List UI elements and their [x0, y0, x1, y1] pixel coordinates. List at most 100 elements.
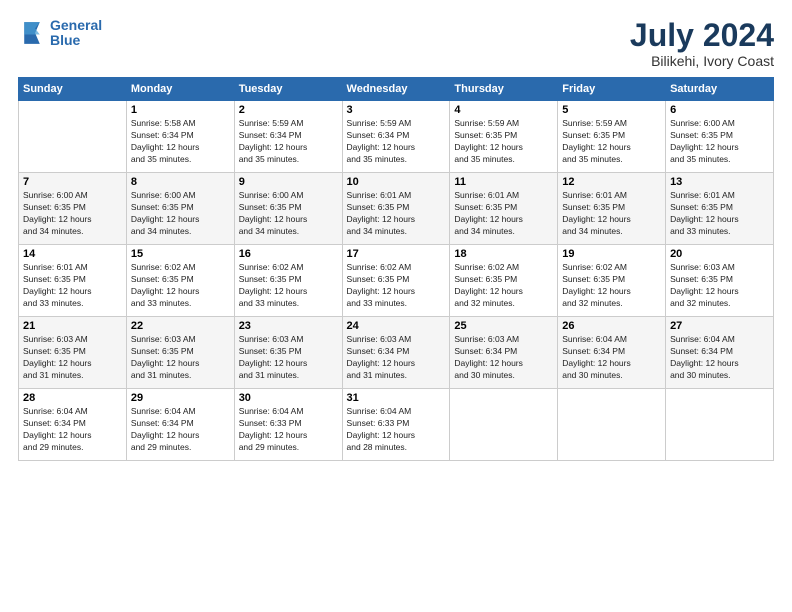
calendar-cell: 5Sunrise: 5:59 AM Sunset: 6:35 PM Daylig…	[558, 101, 666, 173]
day-info: Sunrise: 5:59 AM Sunset: 6:35 PM Dayligh…	[454, 118, 553, 166]
calendar-cell: 11 Sunrise: 6:01 AM Sunset: 6:35 PM Dayli…	[450, 173, 558, 245]
day-number: 31	[347, 392, 446, 404]
day-info: Sunrise: 6:03 AM Sunset: 6:35 PM Dayligh…	[239, 334, 338, 382]
calendar-cell: 28Sunrise: 6:04 AM Sunset: 6:34 PM Dayli…	[19, 389, 127, 461]
calendar-cell: 15 Sunrise: 6:02 AM Sunset: 6:35 PM Dayli…	[126, 245, 234, 317]
subtitle: Bilikehi, Ivory Coast	[630, 53, 774, 69]
week-row-1: 1Sunrise: 5:58 AM Sunset: 6:34 PM Daylig…	[19, 101, 774, 173]
day-number: 11	[454, 176, 553, 188]
day-number: 6	[670, 104, 769, 116]
day-number: 21	[23, 320, 122, 332]
calendar-cell: 31 Sunrise: 6:04 AM Sunset: 6:33 PM Dayli…	[342, 389, 450, 461]
calendar-cell: 7Sunrise: 6:00 AM Sunset: 6:35 PM Daylig…	[19, 173, 127, 245]
day-info: Sunrise: 6:04 AM Sunset: 6:34 PM Dayligh…	[23, 406, 122, 454]
day-number: 7	[23, 176, 122, 188]
week-row-4: 21 Sunrise: 6:03 AM Sunset: 6:35 PM Dayli…	[19, 317, 774, 389]
day-number: 4	[454, 104, 553, 116]
calendar-cell	[558, 389, 666, 461]
day-info: Sunrise: 6:01 AM Sunset: 6:35 PM Dayligh…	[347, 190, 446, 238]
day-info: Sunrise: 6:00 AM Sunset: 6:35 PM Dayligh…	[131, 190, 230, 238]
day-number: 2	[239, 104, 338, 116]
calendar-cell: 12 Sunrise: 6:01 AM Sunset: 6:35 PM Dayli…	[558, 173, 666, 245]
calendar-cell: 1Sunrise: 5:58 AM Sunset: 6:34 PM Daylig…	[126, 101, 234, 173]
week-row-5: 28Sunrise: 6:04 AM Sunset: 6:34 PM Dayli…	[19, 389, 774, 461]
calendar-cell: 30Sunrise: 6:04 AM Sunset: 6:33 PM Dayli…	[234, 389, 342, 461]
calendar-cell	[450, 389, 558, 461]
day-number: 22	[131, 320, 230, 332]
day-info: Sunrise: 5:59 AM Sunset: 6:34 PM Dayligh…	[347, 118, 446, 166]
day-number: 3	[347, 104, 446, 116]
day-info: Sunrise: 6:04 AM Sunset: 6:34 PM Dayligh…	[670, 334, 769, 382]
title-block: July 2024 Bilikehi, Ivory Coast	[630, 18, 774, 69]
header-cell-wednesday: Wednesday	[342, 78, 450, 101]
day-number: 18	[454, 248, 553, 260]
day-info: Sunrise: 6:00 AM Sunset: 6:35 PM Dayligh…	[239, 190, 338, 238]
day-info: Sunrise: 6:02 AM Sunset: 6:35 PM Dayligh…	[454, 262, 553, 310]
day-info: Sunrise: 6:02 AM Sunset: 6:35 PM Dayligh…	[347, 262, 446, 310]
calendar-cell: 17 Sunrise: 6:02 AM Sunset: 6:35 PM Dayli…	[342, 245, 450, 317]
header-cell-saturday: Saturday	[666, 78, 774, 101]
calendar-cell: 14 Sunrise: 6:01 AM Sunset: 6:35 PM Dayli…	[19, 245, 127, 317]
day-info: Sunrise: 6:01 AM Sunset: 6:35 PM Dayligh…	[670, 190, 769, 238]
logo-line1: General	[50, 17, 102, 33]
logo: General Blue	[18, 18, 102, 49]
day-number: 5	[562, 104, 661, 116]
header-cell-thursday: Thursday	[450, 78, 558, 101]
week-row-3: 14 Sunrise: 6:01 AM Sunset: 6:35 PM Dayli…	[19, 245, 774, 317]
day-info: Sunrise: 5:58 AM Sunset: 6:34 PM Dayligh…	[131, 118, 230, 166]
day-number: 20	[670, 248, 769, 260]
logo-text: General Blue	[50, 18, 102, 49]
calendar-cell: 6 Sunrise: 6:00 AM Sunset: 6:35 PM Daylig…	[666, 101, 774, 173]
day-info: Sunrise: 6:01 AM Sunset: 6:35 PM Dayligh…	[562, 190, 661, 238]
header-cell-monday: Monday	[126, 78, 234, 101]
header-cell-sunday: Sunday	[19, 78, 127, 101]
logo-icon	[18, 19, 46, 47]
day-info: Sunrise: 6:02 AM Sunset: 6:35 PM Dayligh…	[562, 262, 661, 310]
day-number: 8	[131, 176, 230, 188]
calendar-cell: 3 Sunrise: 5:59 AM Sunset: 6:34 PM Daylig…	[342, 101, 450, 173]
calendar-cell: 25Sunrise: 6:03 AM Sunset: 6:34 PM Dayli…	[450, 317, 558, 389]
calendar-cell: 26Sunrise: 6:04 AM Sunset: 6:34 PM Dayli…	[558, 317, 666, 389]
day-number: 19	[562, 248, 661, 260]
day-info: Sunrise: 6:04 AM Sunset: 6:33 PM Dayligh…	[239, 406, 338, 454]
calendar-cell: 10 Sunrise: 6:01 AM Sunset: 6:35 PM Dayli…	[342, 173, 450, 245]
day-number: 14	[23, 248, 122, 260]
calendar-cell: 19 Sunrise: 6:02 AM Sunset: 6:35 PM Dayli…	[558, 245, 666, 317]
day-info: Sunrise: 6:01 AM Sunset: 6:35 PM Dayligh…	[23, 262, 122, 310]
calendar-cell: 16 Sunrise: 6:02 AM Sunset: 6:35 PM Dayli…	[234, 245, 342, 317]
day-number: 27	[670, 320, 769, 332]
day-number: 23	[239, 320, 338, 332]
day-number: 24	[347, 320, 446, 332]
day-number: 10	[347, 176, 446, 188]
day-info: Sunrise: 6:01 AM Sunset: 6:35 PM Dayligh…	[454, 190, 553, 238]
day-number: 16	[239, 248, 338, 260]
day-number: 15	[131, 248, 230, 260]
calendar-cell: 13Sunrise: 6:01 AM Sunset: 6:35 PM Dayli…	[666, 173, 774, 245]
day-info: Sunrise: 6:04 AM Sunset: 6:34 PM Dayligh…	[131, 406, 230, 454]
day-number: 17	[347, 248, 446, 260]
day-number: 25	[454, 320, 553, 332]
calendar-cell: 8 Sunrise: 6:00 AM Sunset: 6:35 PM Daylig…	[126, 173, 234, 245]
day-number: 29	[131, 392, 230, 404]
day-info: Sunrise: 6:02 AM Sunset: 6:35 PM Dayligh…	[131, 262, 230, 310]
calendar-cell: 27 Sunrise: 6:04 AM Sunset: 6:34 PM Dayli…	[666, 317, 774, 389]
day-info: Sunrise: 6:02 AM Sunset: 6:35 PM Dayligh…	[239, 262, 338, 310]
week-row-2: 7 Sunrise: 6:00 AM Sunset: 6:35 PM Daylig…	[19, 173, 774, 245]
day-info: Sunrise: 6:04 AM Sunset: 6:33 PM Dayligh…	[347, 406, 446, 454]
calendar-cell: 29 Sunrise: 6:04 AM Sunset: 6:34 PM Dayli…	[126, 389, 234, 461]
calendar-cell: 20 Sunrise: 6:03 AM Sunset: 6:35 PM Dayli…	[666, 245, 774, 317]
calendar-cell: 9Sunrise: 6:00 AM Sunset: 6:35 PM Daylig…	[234, 173, 342, 245]
header-cell-friday: Friday	[558, 78, 666, 101]
day-info: Sunrise: 6:00 AM Sunset: 6:35 PM Dayligh…	[670, 118, 769, 166]
day-info: Sunrise: 6:03 AM Sunset: 6:34 PM Dayligh…	[347, 334, 446, 382]
calendar-cell: 18 Sunrise: 6:02 AM Sunset: 6:35 PM Dayli…	[450, 245, 558, 317]
header: General Blue July 2024 Bilikehi, Ivory C…	[18, 18, 774, 69]
calendar-cell: 2Sunrise: 5:59 AM Sunset: 6:34 PM Daylig…	[234, 101, 342, 173]
calendar-cell	[19, 101, 127, 173]
calendar-cell: 22Sunrise: 6:03 AM Sunset: 6:35 PM Dayli…	[126, 317, 234, 389]
calendar-cell: 4 Sunrise: 5:59 AM Sunset: 6:35 PM Daylig…	[450, 101, 558, 173]
day-number: 12	[562, 176, 661, 188]
day-info: Sunrise: 6:03 AM Sunset: 6:35 PM Dayligh…	[23, 334, 122, 382]
calendar-table: SundayMondayTuesdayWednesdayThursdayFrid…	[18, 77, 774, 461]
day-info: Sunrise: 6:03 AM Sunset: 6:35 PM Dayligh…	[670, 262, 769, 310]
